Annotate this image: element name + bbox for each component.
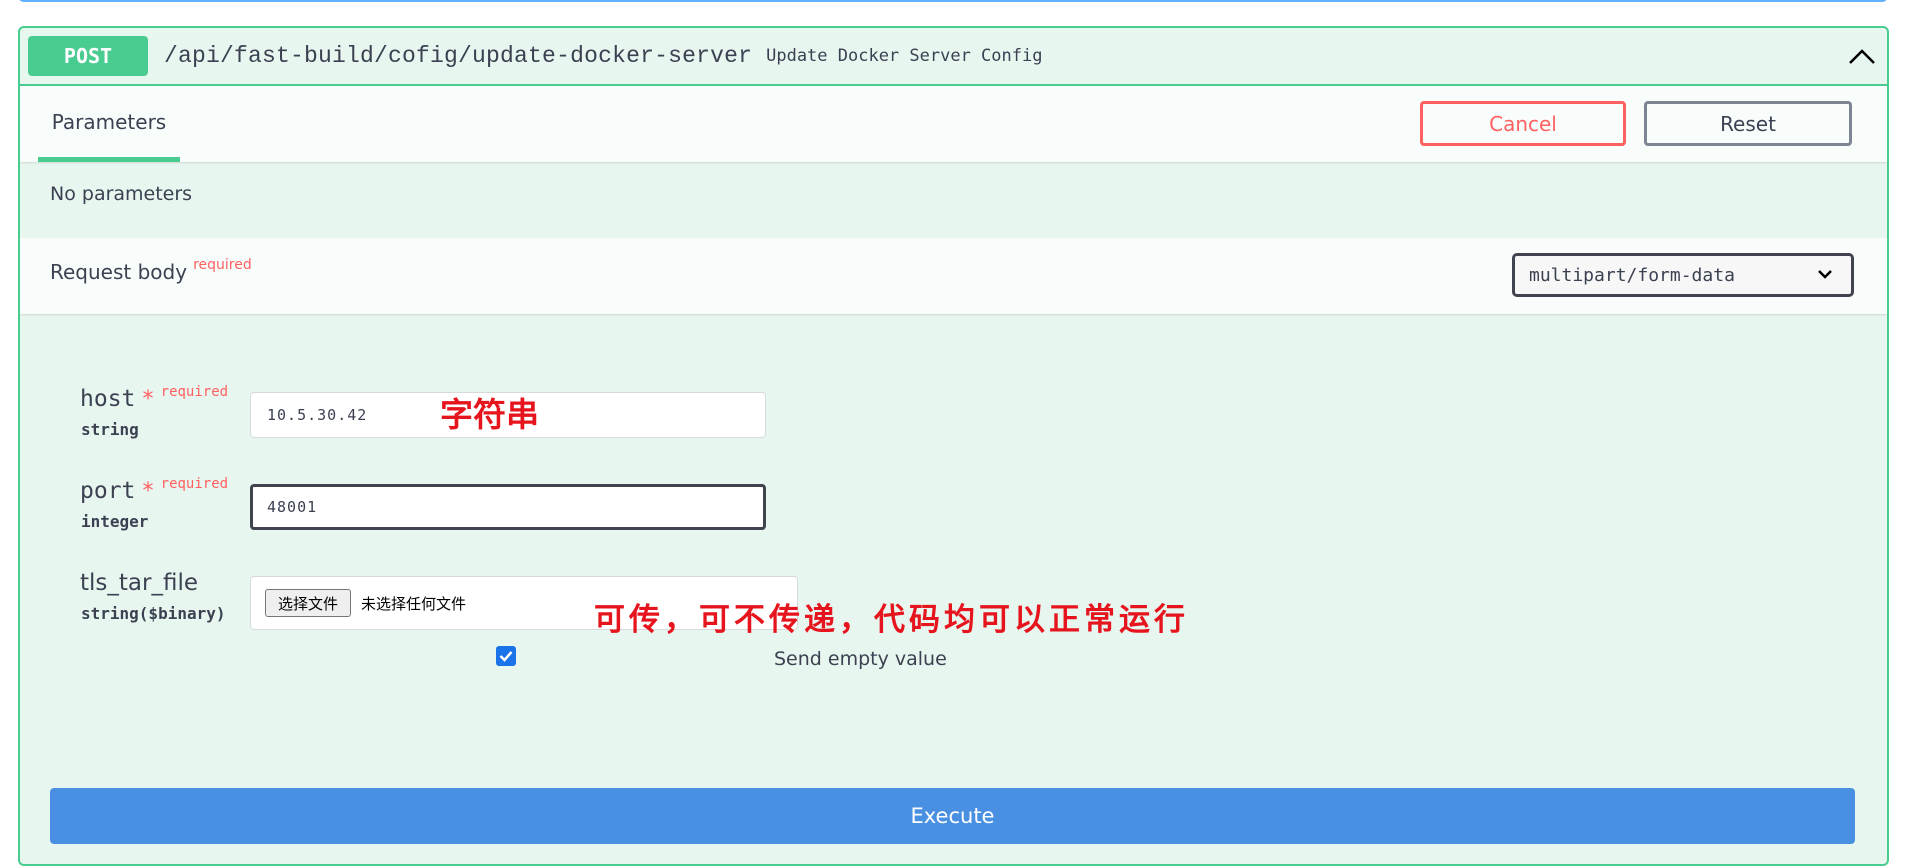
- field-host-name: host * required: [80, 384, 229, 412]
- field-host-type: string: [81, 420, 139, 439]
- content-type-select[interactable]: multipart/form-data: [1512, 253, 1854, 297]
- required-star: *: [141, 387, 155, 412]
- required-badge: required: [160, 476, 229, 492]
- operation-path: /api/fast-build/cofig/update-docker-serv…: [164, 43, 753, 69]
- operation-block-post: POST /api/fast-build/cofig/update-docker…: [18, 26, 1889, 866]
- content-type-value: multipart/form-data: [1529, 264, 1735, 286]
- checkmark-icon: [499, 651, 513, 662]
- field-port-label: port: [80, 478, 136, 504]
- method-badge: POST: [28, 36, 148, 76]
- operation-summary[interactable]: POST /api/fast-build/cofig/update-docker…: [20, 28, 1887, 86]
- field-host-label: host: [80, 386, 136, 412]
- request-body-label: Request body: [50, 260, 188, 284]
- parameters-header: Parameters Cancel Reset: [20, 86, 1887, 162]
- previous-operation-border: [18, 0, 1888, 2]
- send-empty-label: Send empty value: [774, 648, 947, 670]
- cancel-button[interactable]: Cancel: [1420, 101, 1626, 146]
- port-input[interactable]: 48001: [250, 484, 766, 530]
- reset-button[interactable]: Reset: [1644, 101, 1852, 146]
- execute-button[interactable]: Execute: [50, 788, 1855, 844]
- request-body-header: Request body required multipart/form-data: [20, 238, 1887, 314]
- file-annotation: 可传，可不传递，代码均可以正常运行: [594, 602, 1189, 638]
- chevron-down-icon: [1818, 270, 1832, 279]
- send-empty-checkbox[interactable]: [496, 646, 516, 666]
- request-body-title: Request body required: [50, 257, 252, 284]
- required-badge: required: [160, 384, 229, 400]
- chevron-up-icon[interactable]: [1847, 44, 1877, 68]
- tab-parameters[interactable]: Parameters: [38, 86, 180, 162]
- no-parameters-text: No parameters: [50, 183, 193, 205]
- field-tls-tar-file-type: string($binary): [81, 604, 226, 623]
- operation-description: Update Docker Server Config: [766, 46, 1043, 66]
- choose-file-button[interactable]: 选择文件: [265, 589, 352, 617]
- required-badge: required: [193, 257, 252, 273]
- host-annotation: 字符串: [440, 395, 539, 434]
- required-star: *: [141, 479, 155, 504]
- field-port-type: integer: [81, 512, 149, 531]
- file-status: 未选择任何文件: [361, 594, 467, 613]
- field-port-name: port * required: [80, 476, 229, 504]
- field-tls-tar-file-name: tls_tar_file: [80, 570, 198, 596]
